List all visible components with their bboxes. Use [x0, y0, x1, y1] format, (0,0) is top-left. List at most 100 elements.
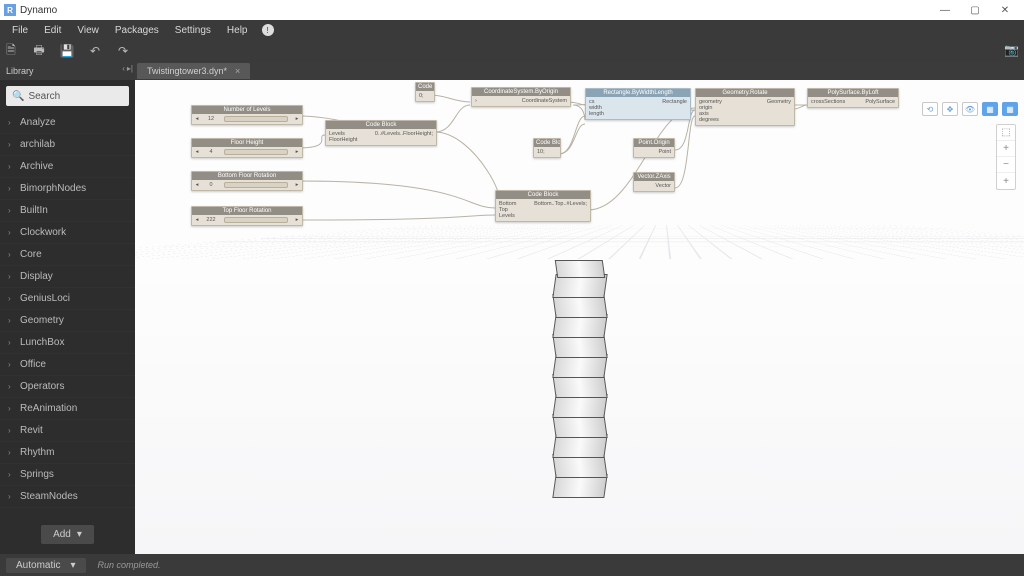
lib-item-core[interactable]: ›Core	[0, 244, 135, 266]
slider-track[interactable]	[224, 116, 288, 122]
zoom-out-button[interactable]: −	[997, 157, 1015, 173]
tab-close-icon[interactable]: ×	[235, 66, 240, 76]
lib-item-geometry[interactable]: ›Geometry	[0, 310, 135, 332]
panel-pin-icon[interactable]: ▸|	[127, 64, 133, 73]
slider-max-icon[interactable]: ▸	[294, 182, 300, 188]
node-top-rotation[interactable]: Top Floor Rotation ◂222▸	[191, 206, 303, 226]
chevron-right-icon: ›	[8, 228, 16, 237]
add-package-button[interactable]: Add▾	[41, 525, 94, 544]
chevron-right-icon: ›	[8, 316, 16, 325]
lib-item-geniusloci[interactable]: ›GeniusLoci	[0, 288, 135, 310]
chevron-right-icon: ›	[8, 448, 16, 457]
app-icon: R	[4, 4, 16, 16]
node-header: Code Block	[534, 139, 560, 147]
lib-item-archive[interactable]: ›Archive	[0, 156, 135, 178]
slider-min-icon[interactable]: ◂	[194, 116, 200, 122]
library-list: ›Analyze ›archilab ›Archive ›BimorphNode…	[0, 112, 135, 515]
window-maximize[interactable]: ▢	[960, 1, 990, 19]
menu-packages[interactable]: Packages	[107, 25, 167, 36]
search-icon: 🔍	[12, 91, 24, 102]
node-point-origin[interactable]: Point.Origin Point	[633, 138, 675, 158]
tab-file[interactable]: Twistingtower3.dyn* ×	[137, 63, 250, 79]
slider-track[interactable]	[224, 182, 288, 188]
lib-item-archilab[interactable]: ›archilab	[0, 134, 135, 156]
zoom-fit-button[interactable]: ⬚	[997, 125, 1015, 141]
slider-min-icon[interactable]: ◂	[194, 149, 200, 155]
node-codeblock-zero[interactable]: Code Block 0;	[415, 82, 435, 102]
node-header: Geometry.Rotate	[696, 89, 794, 97]
run-mode-label: Automatic	[16, 560, 60, 571]
camera-icon[interactable]: 📷	[1004, 43, 1020, 59]
slider-min-icon[interactable]: ◂	[194, 182, 200, 188]
slider-min-icon[interactable]: ◂	[194, 217, 200, 223]
slider-max-icon[interactable]: ▸	[294, 217, 300, 223]
chevron-right-icon: ›	[8, 470, 16, 479]
node-coordinatesystem[interactable]: CoordinateSystem.ByOrigin ›CoordinateSys…	[471, 87, 571, 107]
nav-look-button[interactable]: 👁	[962, 102, 978, 116]
graph-canvas[interactable]: Number of Levels ◂12▸ Floor Height ◂4▸ B…	[135, 80, 1024, 554]
open-file-icon[interactable]: 🖶	[32, 44, 46, 58]
slider-track[interactable]	[224, 149, 288, 155]
node-vector-zaxis[interactable]: Vector.ZAxis Vector	[633, 172, 675, 192]
lib-item-builtin[interactable]: ›BuiltIn	[0, 200, 135, 222]
chevron-right-icon: ›	[8, 272, 16, 281]
library-panel: Library ‹▸| 🔍 Search ›Analyze ›archilab …	[0, 62, 135, 554]
new-file-icon[interactable]: 🗎	[4, 44, 18, 58]
node-rectangle[interactable]: Rectangle.ByWidthLength cswidthlengthRec…	[585, 88, 691, 120]
node-floor-height[interactable]: Floor Height ◂4▸	[191, 138, 303, 158]
slider-max-icon[interactable]: ▸	[294, 116, 300, 122]
lib-item-office[interactable]: ›Office	[0, 354, 135, 376]
node-header: PolySurface.ByLoft	[808, 89, 898, 97]
geometry-viewport	[305, 314, 1024, 554]
lib-item-rhythm[interactable]: ›Rhythm	[0, 442, 135, 464]
lib-item-steamnodes[interactable]: ›SteamNodes	[0, 486, 135, 508]
info-icon[interactable]: !	[262, 24, 274, 36]
menu-settings[interactable]: Settings	[167, 25, 219, 36]
nav-orbit-button[interactable]: ⟲	[922, 102, 938, 116]
node-codeblock-dim[interactable]: Code Block 10;	[533, 138, 561, 158]
library-search[interactable]: 🔍 Search	[6, 86, 129, 106]
node-codeblock-rotation[interactable]: Code Block BottomTopLevelsBottom..Top..#…	[495, 190, 591, 222]
nav-pan-button[interactable]: ✥	[942, 102, 958, 116]
node-bottom-rotation[interactable]: Bottom Floor Rotation ◂0▸	[191, 171, 303, 191]
chevron-right-icon: ›	[8, 140, 16, 149]
node-codeblock-range[interactable]: Code Block LevelsFloorHeight0..#Levels..…	[325, 120, 437, 146]
run-mode-dropdown[interactable]: Automatic ▾	[6, 558, 86, 573]
zoom-add-button[interactable]: +	[997, 173, 1015, 189]
chevron-right-icon: ›	[8, 294, 16, 303]
geometry-view-button[interactable]: ▦	[1002, 102, 1018, 116]
node-output: PolySurface	[865, 99, 895, 105]
zoom-in-button[interactable]: +	[997, 141, 1015, 157]
node-polysurface-loft[interactable]: PolySurface.ByLoft crossSectionsPolySurf…	[807, 88, 899, 108]
save-icon[interactable]: 💾	[60, 44, 74, 58]
lib-item-reanimation[interactable]: ›ReAnimation	[0, 398, 135, 420]
lib-item-operators[interactable]: ›Operators	[0, 376, 135, 398]
node-output: 0..#Levels..FloorHeight;	[375, 131, 433, 143]
node-number-of-levels[interactable]: Number of Levels ◂12▸	[191, 105, 303, 125]
redo-icon[interactable]: ↷	[116, 44, 130, 58]
lib-item-bimorphnodes[interactable]: ›BimorphNodes	[0, 178, 135, 200]
menu-edit[interactable]: Edit	[36, 25, 69, 36]
slider-max-icon[interactable]: ▸	[294, 149, 300, 155]
lib-item-clockwork[interactable]: ›Clockwork	[0, 222, 135, 244]
undo-icon[interactable]: ↶	[88, 44, 102, 58]
lib-item-lunchbox[interactable]: ›LunchBox	[0, 332, 135, 354]
lib-item-revit[interactable]: ›Revit	[0, 420, 135, 442]
chevron-down-icon: ▾	[77, 529, 82, 540]
menu-view[interactable]: View	[69, 25, 107, 36]
node-output: Geometry	[767, 99, 791, 123]
menu-file[interactable]: File	[4, 25, 36, 36]
slider-track[interactable]	[224, 217, 288, 223]
menu-help[interactable]: Help	[219, 25, 256, 36]
lib-item-springs[interactable]: ›Springs	[0, 464, 135, 486]
window-close[interactable]: ✕	[990, 1, 1020, 19]
lib-item-analyze[interactable]: ›Analyze	[0, 112, 135, 134]
lib-item-display[interactable]: ›Display	[0, 266, 135, 288]
node-header: Code Block	[416, 83, 434, 91]
graph-view-button[interactable]: ▦	[982, 102, 998, 116]
toolbar: 🗎 🖶 💾 ↶ ↷ 📷	[0, 40, 1024, 62]
node-geometry-rotate[interactable]: Geometry.Rotate geometryoriginaxisdegree…	[695, 88, 795, 126]
panel-collapse-icon[interactable]: ‹	[122, 64, 125, 73]
node-header: Point.Origin	[634, 139, 674, 147]
window-minimize[interactable]: —	[930, 1, 960, 19]
